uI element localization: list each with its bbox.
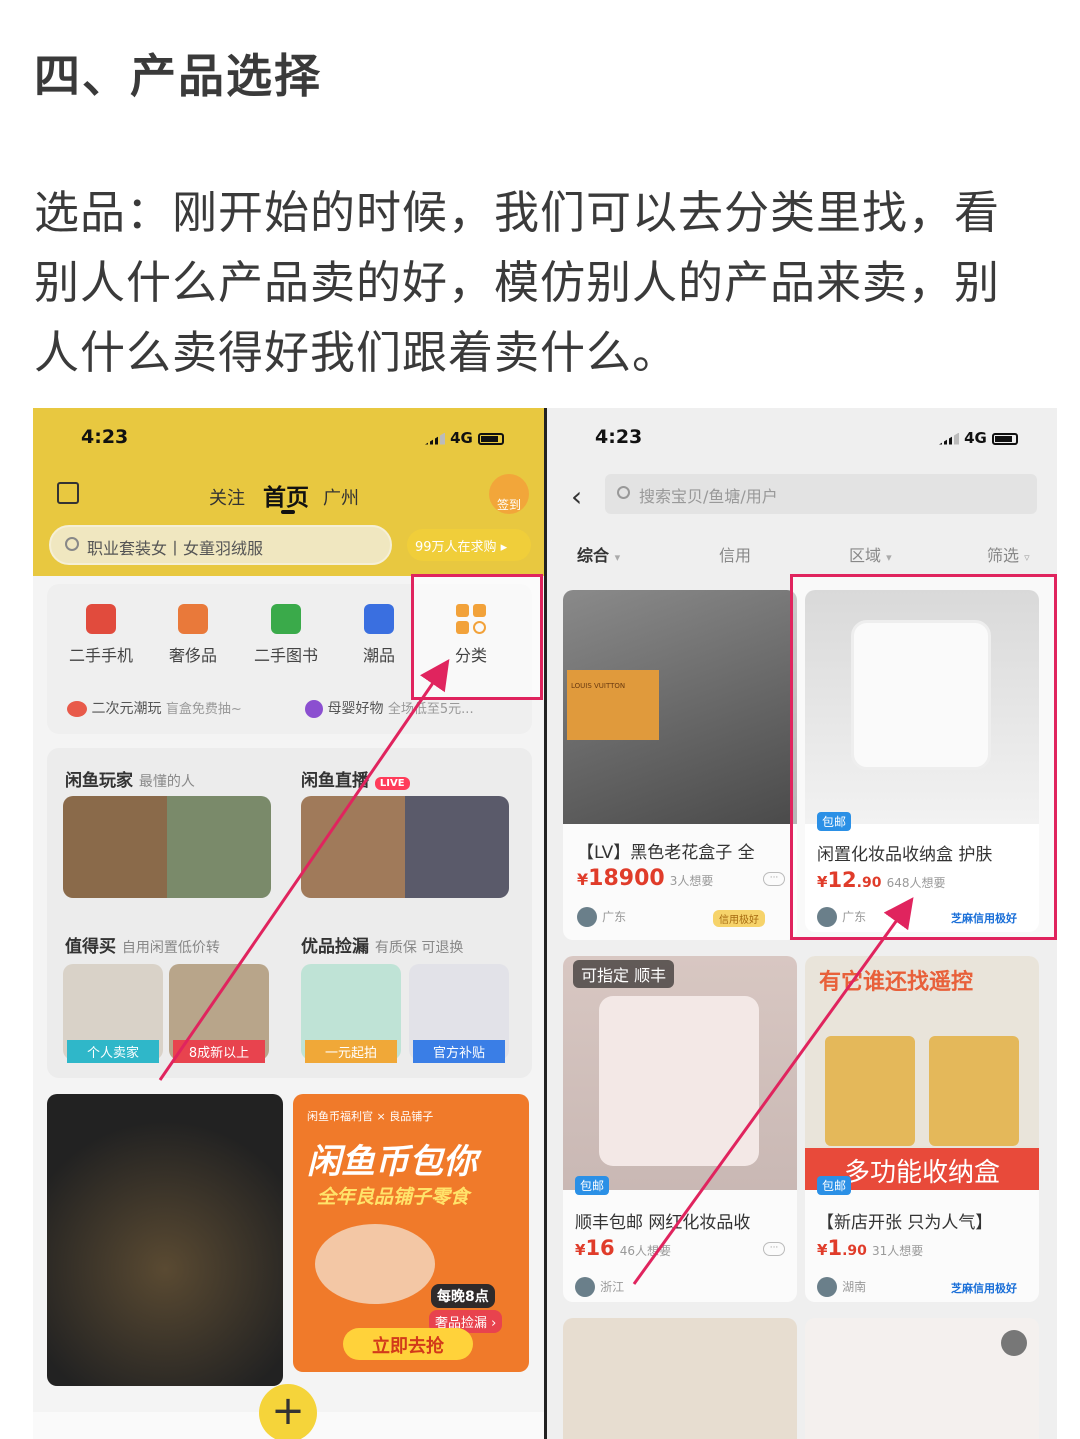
arrow-to-product [632, 897, 914, 1285]
annotation-arrows [158, 659, 914, 1285]
arrow-to-category [158, 659, 450, 1081]
